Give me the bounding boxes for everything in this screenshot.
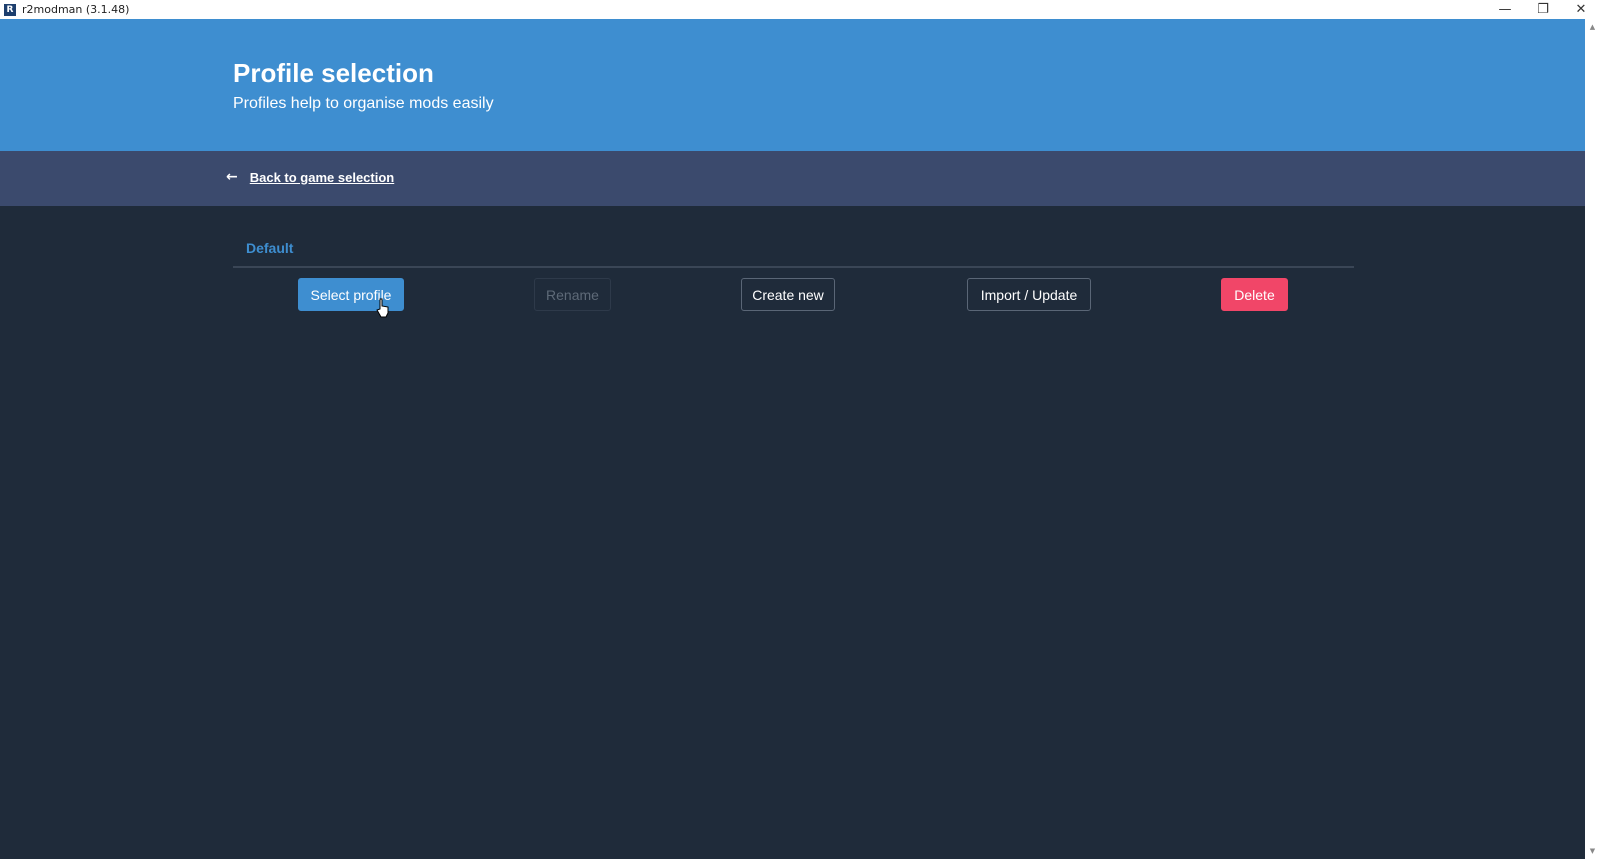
mouse-pointer-icon xyxy=(376,298,389,318)
navigation-bar: ← Back to game selection xyxy=(0,151,1585,206)
close-button[interactable]: ✕ xyxy=(1562,0,1600,19)
create-new-button[interactable]: Create new xyxy=(741,278,835,311)
page-title: Profile selection xyxy=(233,58,434,88)
maximize-button[interactable]: ❐ xyxy=(1524,0,1562,19)
vertical-scrollbar[interactable]: ▲ ▼ xyxy=(1585,19,1600,859)
delete-button[interactable]: Delete xyxy=(1221,278,1288,311)
back-link-label: Back to game selection xyxy=(249,169,395,185)
app-logo-icon: R xyxy=(4,3,16,16)
minimize-button[interactable]: — xyxy=(1486,0,1524,19)
window-controls: — ❐ ✕ xyxy=(1486,0,1600,19)
page-subtitle: Profiles help to organise mods easily xyxy=(233,95,494,112)
scroll-down-icon[interactable]: ▼ xyxy=(1585,845,1600,857)
arrow-left-icon: ← xyxy=(226,169,238,185)
import-update-button[interactable]: Import / Update xyxy=(967,278,1091,311)
profile-list: Default xyxy=(233,220,1354,268)
scroll-up-icon[interactable]: ▲ xyxy=(1585,21,1600,33)
hero-banner: Profile selection Profiles help to organ… xyxy=(0,19,1585,151)
profile-item-default[interactable]: Default xyxy=(246,240,293,256)
window-title: r2modman (3.1.48) xyxy=(22,3,130,16)
back-to-game-selection-link[interactable]: ← Back to game selection xyxy=(226,169,394,185)
title-bar: R r2modman (3.1.48) — ❐ ✕ xyxy=(0,0,1600,19)
rename-button[interactable]: Rename xyxy=(534,278,611,311)
